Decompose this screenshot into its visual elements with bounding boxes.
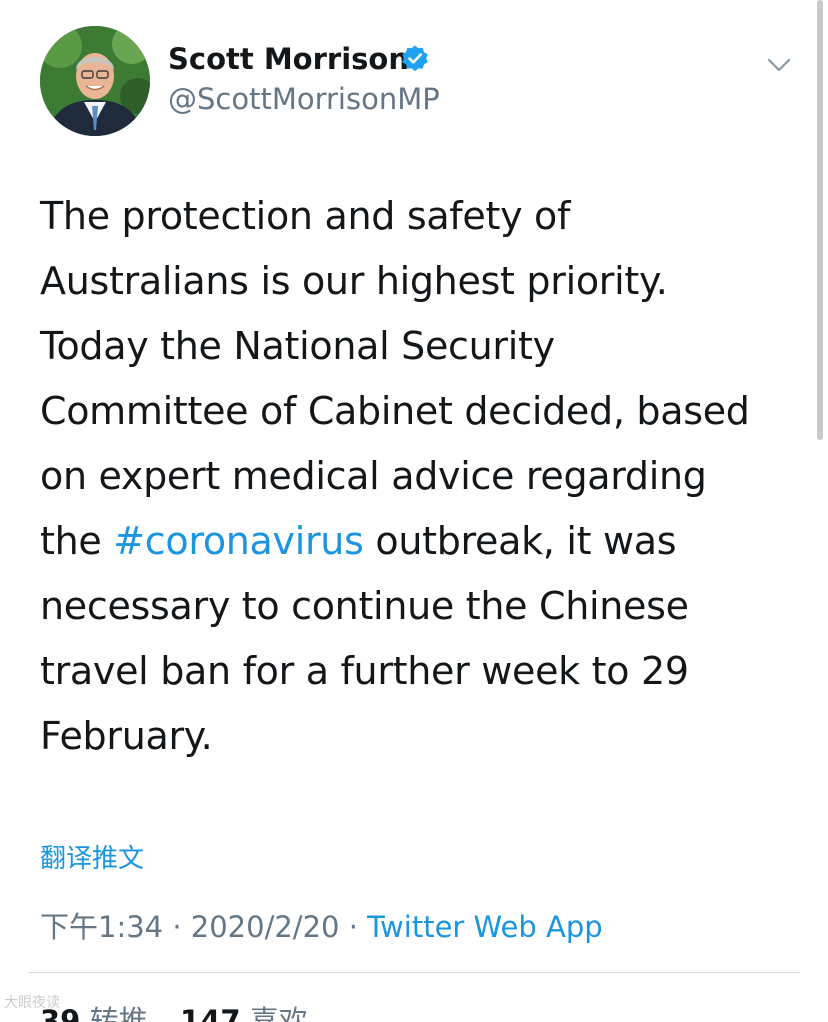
- tweet-source-link[interactable]: Twitter Web App: [367, 910, 603, 944]
- tweet-line: February.: [40, 714, 213, 758]
- likes-label: 喜欢: [249, 1004, 308, 1022]
- likes-count: 147: [180, 1004, 241, 1022]
- avatar-image: [40, 26, 150, 136]
- tweet-line: Committee of Cabinet decided, based: [40, 389, 750, 433]
- translate-tweet-link[interactable]: 翻译推文: [40, 838, 144, 875]
- tweet-text-fragment: the: [40, 519, 114, 563]
- tweet-line-with-hashtag: the #coronavirus outbreak, it was: [40, 509, 800, 574]
- hashtag-link[interactable]: #coronavirus: [113, 519, 364, 563]
- author-name[interactable]: Scott Morrison: [168, 42, 409, 76]
- meta-separator: ·: [163, 910, 191, 944]
- tweet-line: necessary to continue the Chinese: [40, 584, 689, 628]
- tweet-stats: 39 转推 147 喜欢: [40, 998, 308, 1022]
- retweets-label: 转推: [89, 1004, 148, 1022]
- tweet-line: The protection and safety of: [40, 194, 571, 238]
- tweet-text: The protection and safety of Australians…: [40, 184, 800, 769]
- divider: [28, 972, 800, 973]
- likes-stat[interactable]: 147 喜欢: [180, 1004, 308, 1022]
- meta-separator: ·: [339, 910, 368, 944]
- watermark: 大眼夜读: [4, 995, 60, 1011]
- tweet-page: Scott Morrison @ScottMorrisonMP The prot…: [0, 0, 828, 1022]
- chevron-down-icon[interactable]: [764, 50, 794, 80]
- tweet-line: on expert medical advice regarding: [40, 454, 707, 498]
- tweet-text-fragment: outbreak, it was: [363, 519, 677, 563]
- author-handle[interactable]: @ScottMorrisonMP: [168, 82, 440, 116]
- tweet-line: Australians is our highest priority.: [40, 259, 668, 303]
- tweet-time: 下午1:34: [40, 910, 164, 944]
- scrollbar[interactable]: [817, 0, 823, 440]
- tweet-line: Today the National Security: [40, 324, 555, 368]
- verified-badge-icon: [402, 45, 428, 72]
- author-avatar[interactable]: [40, 26, 150, 136]
- tweet-line: travel ban for a further week to 29: [40, 649, 689, 693]
- tweet-date: 2020/2/20: [190, 910, 340, 944]
- tweet-meta: 下午1:34 · 2020/2/20 · Twitter Web App: [40, 904, 603, 946]
